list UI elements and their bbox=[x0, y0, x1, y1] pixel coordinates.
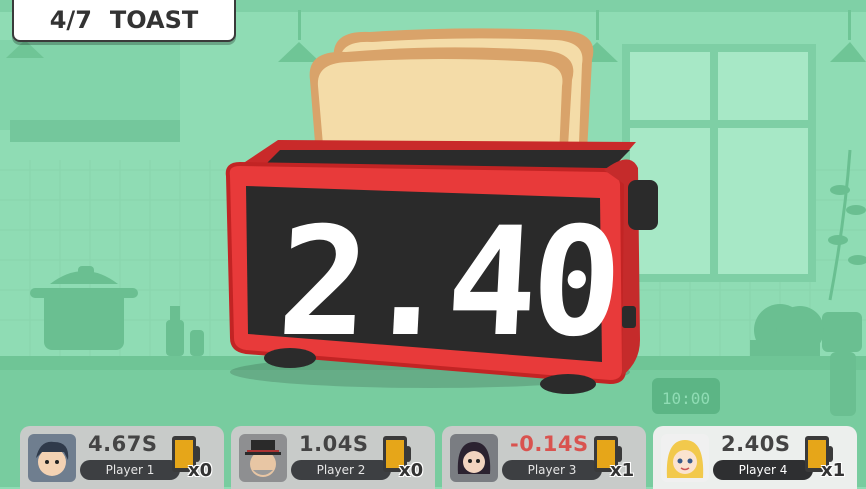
player-count: x0 bbox=[188, 460, 213, 481]
player-time: -0.14S bbox=[510, 432, 589, 456]
player-time: 1.04S bbox=[299, 432, 369, 456]
round-progress: 4/7 bbox=[49, 6, 92, 34]
player-panel-3: -0.14S Player 3 x1 bbox=[442, 426, 646, 489]
kitchen-background: 10:00 bbox=[0, 0, 866, 487]
round-badge: 4/7 TOAST bbox=[12, 0, 236, 42]
player-count: x1 bbox=[610, 460, 635, 481]
avatar bbox=[28, 434, 76, 482]
player-name: Player 4 bbox=[713, 460, 813, 480]
kitchen-clock-label: 10:00 bbox=[662, 389, 710, 408]
round-item: TOAST bbox=[109, 6, 199, 34]
avatar bbox=[661, 434, 709, 482]
avatar bbox=[239, 434, 287, 482]
player-count: x1 bbox=[821, 460, 846, 481]
player-time: 2.40S bbox=[721, 432, 791, 456]
player-time: 4.67S bbox=[88, 432, 158, 456]
player-panel-1: 4.67S Player 1 x0 bbox=[20, 426, 224, 489]
player-name: Player 3 bbox=[502, 460, 602, 480]
player-name: Player 2 bbox=[291, 460, 391, 480]
player-panel-4: 2.40S Player 4 x1 bbox=[653, 426, 857, 489]
avatar bbox=[450, 434, 498, 482]
player-name: Player 1 bbox=[80, 460, 180, 480]
player-count: x0 bbox=[399, 460, 424, 481]
player-panel-2: 1.04S Player 2 x0 bbox=[231, 426, 435, 489]
